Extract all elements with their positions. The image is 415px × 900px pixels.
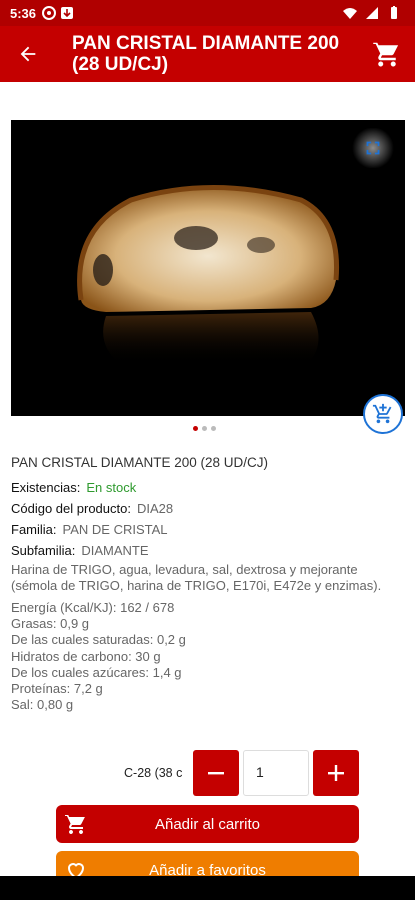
product-image[interactable] bbox=[11, 120, 405, 416]
minus-icon bbox=[208, 772, 224, 775]
nutrition-list: Energía (Kcal/KJ): 162 / 678 Grasas: 0,9… bbox=[11, 600, 186, 713]
code-label: Código del producto: bbox=[11, 501, 131, 516]
fullscreen-button[interactable] bbox=[351, 128, 395, 168]
family-value: PAN DE CRISTAL bbox=[62, 522, 168, 537]
nutrition-item: Sal: 0,80 g bbox=[11, 697, 74, 713]
subfamily-row: Subfamilia: DIAMANTE bbox=[11, 543, 148, 558]
back-button[interactable] bbox=[0, 26, 56, 82]
wifi-icon bbox=[343, 8, 357, 19]
shopping-cart-icon bbox=[65, 814, 85, 834]
shopping-cart-icon bbox=[373, 41, 399, 67]
cart-button[interactable] bbox=[359, 26, 415, 82]
package-ref: C-28 (38 c bbox=[124, 766, 183, 780]
family-label: Familia: bbox=[11, 522, 57, 537]
increase-button[interactable] bbox=[313, 750, 359, 796]
product-name: PAN CRISTAL DIAMANTE 200 (28 UD/CJ) bbox=[11, 455, 269, 470]
quantity-row: C-28 (38 c 1 bbox=[0, 750, 415, 796]
family-row: Familia: PAN DE CRISTAL bbox=[11, 522, 168, 537]
stock-label: Existencias: bbox=[11, 480, 81, 495]
subfamily-label: Subfamilia: bbox=[11, 543, 76, 558]
battery-icon bbox=[391, 6, 397, 19]
code-row: Código del producto: DIA28 bbox=[11, 501, 173, 516]
plus-icon bbox=[328, 765, 344, 781]
quantity-input[interactable]: 1 bbox=[243, 750, 309, 796]
app-bar: PAN CRISTAL DIAMANTE 200 (28 UD/CJ) bbox=[0, 26, 415, 82]
add-to-cart-button[interactable]: Añadir al carrito bbox=[56, 805, 359, 843]
pager-dot[interactable] bbox=[202, 426, 207, 431]
add-shopping-cart-icon bbox=[372, 403, 392, 424]
pager-dot[interactable] bbox=[211, 426, 216, 431]
code-value: DIA28 bbox=[136, 501, 174, 516]
ingredients-text: Harina de TRIGO, agua, levadura, sal, de… bbox=[11, 562, 382, 593]
page-title: PAN CRISTAL DIAMANTE 200 (28 UD/CJ) bbox=[72, 33, 340, 75]
system-nav-bar bbox=[0, 876, 415, 900]
status-time: 5:36 bbox=[10, 5, 37, 21]
stock-row: Existencias: En stock bbox=[11, 480, 136, 495]
nutrition-item: De los cuales azúcares: 1,4 g bbox=[11, 664, 182, 680]
nutrition-item: Hidratos de carbono: 30 g bbox=[11, 648, 161, 664]
nutrition-item: Proteínas: 7,2 g bbox=[11, 681, 103, 697]
decrease-button[interactable] bbox=[193, 750, 239, 796]
fullscreen-icon bbox=[366, 141, 380, 155]
nutrition-item: Energía (Kcal/KJ): 162 / 678 bbox=[11, 600, 175, 615]
nutrition-item: Grasas: 0,9 g bbox=[11, 616, 90, 632]
subfamily-value: DIAMANTE bbox=[81, 543, 149, 558]
add-to-cart-label: Añadir al carrito bbox=[154, 815, 261, 833]
image-pager-dots bbox=[193, 426, 216, 431]
stock-value: En stock bbox=[86, 480, 137, 495]
nutrition-item: De las cuales saturadas: 0,2 g bbox=[11, 632, 186, 648]
arrow-back-icon bbox=[20, 46, 36, 62]
notification-icon bbox=[42, 6, 57, 20]
pager-dot[interactable] bbox=[193, 426, 198, 431]
bread-image bbox=[77, 185, 340, 365]
quick-add-cart-button[interactable] bbox=[363, 394, 403, 434]
status-bar: 5:36 bbox=[0, 0, 415, 26]
download-icon bbox=[61, 7, 74, 19]
signal-icon bbox=[366, 7, 378, 19]
